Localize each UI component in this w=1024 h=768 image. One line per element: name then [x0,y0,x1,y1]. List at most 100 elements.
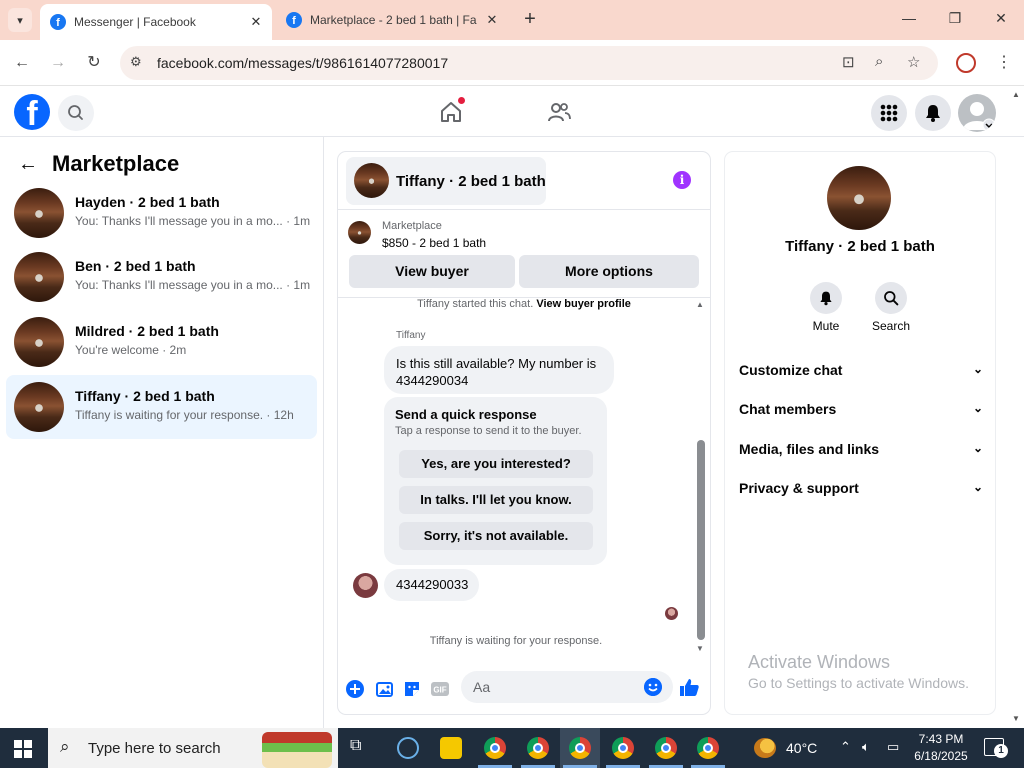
info-icon[interactable]: i [673,171,691,189]
quick-response-title: Send a quick response [395,407,537,422]
search-button[interactable] [875,282,907,314]
close-window-button[interactable]: ✕ [991,10,1011,30]
watermark-line-2: Go to Settings to activate Windows. [748,675,969,691]
facebook-favicon-icon: f [50,14,66,30]
sticker-icon[interactable] [402,679,422,699]
section-label: Customize chat [739,362,843,378]
volume-icon[interactable]: 🔈︎ [862,739,870,755]
weather-icon[interactable] [754,738,776,758]
back-button[interactable]: ← [11,52,33,74]
fb-search-button[interactable] [58,95,94,131]
facebook-logo[interactable]: f [14,94,50,130]
quick-response-button[interactable]: Sorry, it's not available. [399,522,593,550]
mute-button[interactable] [810,282,842,314]
chrome-profile-icon[interactable] [484,737,506,759]
more-options-button[interactable]: More options [519,255,699,288]
weather-temperature[interactable]: 40°C [786,740,817,756]
tab-messenger[interactable]: f Messenger | Facebook ✕ [40,4,272,40]
chrome-profile-icon[interactable] [569,737,591,759]
omnibox[interactable]: ⚙ facebook.com/messages/t/98616140772800… [120,46,938,80]
chrome-profile-icon[interactable] [612,737,634,759]
gif-icon[interactable]: GIF [430,679,450,699]
conversation-item-mildred[interactable]: Mildred · 2 bed 1 bath You're welcome · … [6,310,317,374]
section-customize-chat[interactable]: Customize chat ⌄ [739,362,983,378]
listing-price[interactable]: $850 - 2 bed 1 bath [382,236,486,250]
photo-icon[interactable] [374,679,394,699]
chrome-profile-icon[interactable] [697,737,719,759]
chrome-profile-icon[interactable] [655,737,677,759]
page-scroll-up-arrow[interactable]: ▲ [1012,90,1020,99]
conversation-item-tiffany[interactable]: Tiffany · 2 bed 1 bath Tiffany is waitin… [6,375,317,439]
minimize-button[interactable]: — [899,10,919,30]
task-view-icon[interactable]: ⧉ [350,737,361,755]
view-buyer-button[interactable]: View buyer [349,255,515,288]
tab-marketplace[interactable]: f Marketplace - 2 bed 1 bath | Fa ✕ [276,4,508,36]
new-tab-button[interactable]: + [520,9,540,29]
search-icon [68,105,83,120]
chat-details-panel: Tiffany · 2 bed 1 bath Mute Search Custo… [725,152,995,714]
close-tab-icon[interactable]: ✕ [482,12,502,28]
mute-action[interactable]: Mute [801,282,851,333]
bookmark-star-icon[interactable]: ☆ [907,53,920,71]
conversation-preview: You: Thanks I'll message you in a mo... … [75,214,311,228]
forward-button[interactable]: → [47,52,69,74]
message-bubble[interactable]: 4344290033 [384,569,479,601]
chevron-down-icon: ⌄ [972,362,983,376]
listing-thumbnail [14,382,64,432]
url-text[interactable]: facebook.com/messages/t/9861614077280017 [157,55,448,71]
chrome-profile-icon[interactable] [527,737,549,759]
sender-name: Tiffany [396,330,426,341]
section-media-files-links[interactable]: Media, files and links ⌄ [739,441,983,457]
scrollbar-thumb[interactable] [697,440,705,640]
tab-search-button[interactable]: ▾ [8,8,32,32]
chat-scrollbar[interactable]: ▲ ▼ [696,300,705,653]
friends-icon[interactable] [546,99,572,125]
back-arrow-icon[interactable]: ← [18,153,38,176]
notifications-button[interactable] [915,95,951,131]
page-scroll-down-arrow[interactable]: ▼ [1012,714,1020,723]
conversation-item-hayden[interactable]: Hayden · 2 bed 1 bath You: Thanks I'll m… [6,181,317,245]
search-label: Search [871,319,911,333]
message-bubble[interactable]: Is this still available? My number is 43… [384,346,614,394]
clock-time: 7:43 PM [918,732,964,746]
section-label: Privacy & support [739,480,859,496]
account-avatar[interactable] [958,94,996,132]
search-highlight-image[interactable] [262,732,332,768]
section-chat-members[interactable]: Chat members ⌄ [739,401,983,417]
network-icon[interactable]: ▭ [887,739,899,755]
section-privacy-support[interactable]: Privacy & support ⌄ [739,480,983,496]
browser-menu-icon[interactable]: ⋮ [996,52,1012,72]
conversation-preview: You: Thanks I'll message you in a mo... … [75,278,311,292]
scroll-down-arrow[interactable]: ▼ [696,644,704,653]
search-icon: ⌕ [60,737,70,756]
taskbar-clock[interactable]: 7:43 PM 6/18/2025 [910,731,972,765]
emoji-icon[interactable] [644,678,662,696]
site-info-icon[interactable]: ⚙ [130,54,142,70]
scroll-up-arrow[interactable]: ▲ [696,300,704,309]
browser-tab-bar: ▾ f Messenger | Facebook ✕ f Marketplace… [0,0,1024,40]
chat-title[interactable]: Tiffany · 2 bed 1 bath [396,173,546,190]
close-tab-icon[interactable]: ✕ [246,14,266,30]
browser-profile-icon[interactable] [956,53,976,73]
zoom-icon[interactable]: ⌕ [875,53,883,70]
search-action[interactable]: Search [866,282,916,333]
message-input[interactable] [461,671,673,703]
menu-grid-button[interactable] [871,95,907,131]
quick-response-button[interactable]: Yes, are you interested? [399,450,593,478]
maximize-button[interactable]: ❐ [945,10,965,30]
view-buyer-profile-link[interactable]: View buyer profile [536,298,631,310]
sticky-notes-icon[interactable] [440,737,462,759]
details-title: Tiffany · 2 bed 1 bath [785,238,935,255]
chevron-up-icon[interactable]: ⌃ [840,739,851,755]
sender-avatar[interactable] [353,573,378,598]
quick-response-button[interactable]: In talks. I'll let you know. [399,486,593,514]
snipping-tool-icon[interactable] [397,737,419,759]
conversation-item-ben[interactable]: Ben · 2 bed 1 bath You: Thanks I'll mess… [6,245,317,309]
address-bar-row: ← → ↻ ⚙ facebook.com/messages/t/98616140… [0,40,1024,86]
install-app-icon[interactable]: ⊡ [842,53,855,71]
listing-small-thumbnail [348,221,371,244]
thumbs-up-icon[interactable] [678,676,700,698]
plus-circle-icon[interactable] [345,679,365,699]
reload-button[interactable]: ↻ [83,52,105,74]
windows-start-icon[interactable] [14,740,32,758]
